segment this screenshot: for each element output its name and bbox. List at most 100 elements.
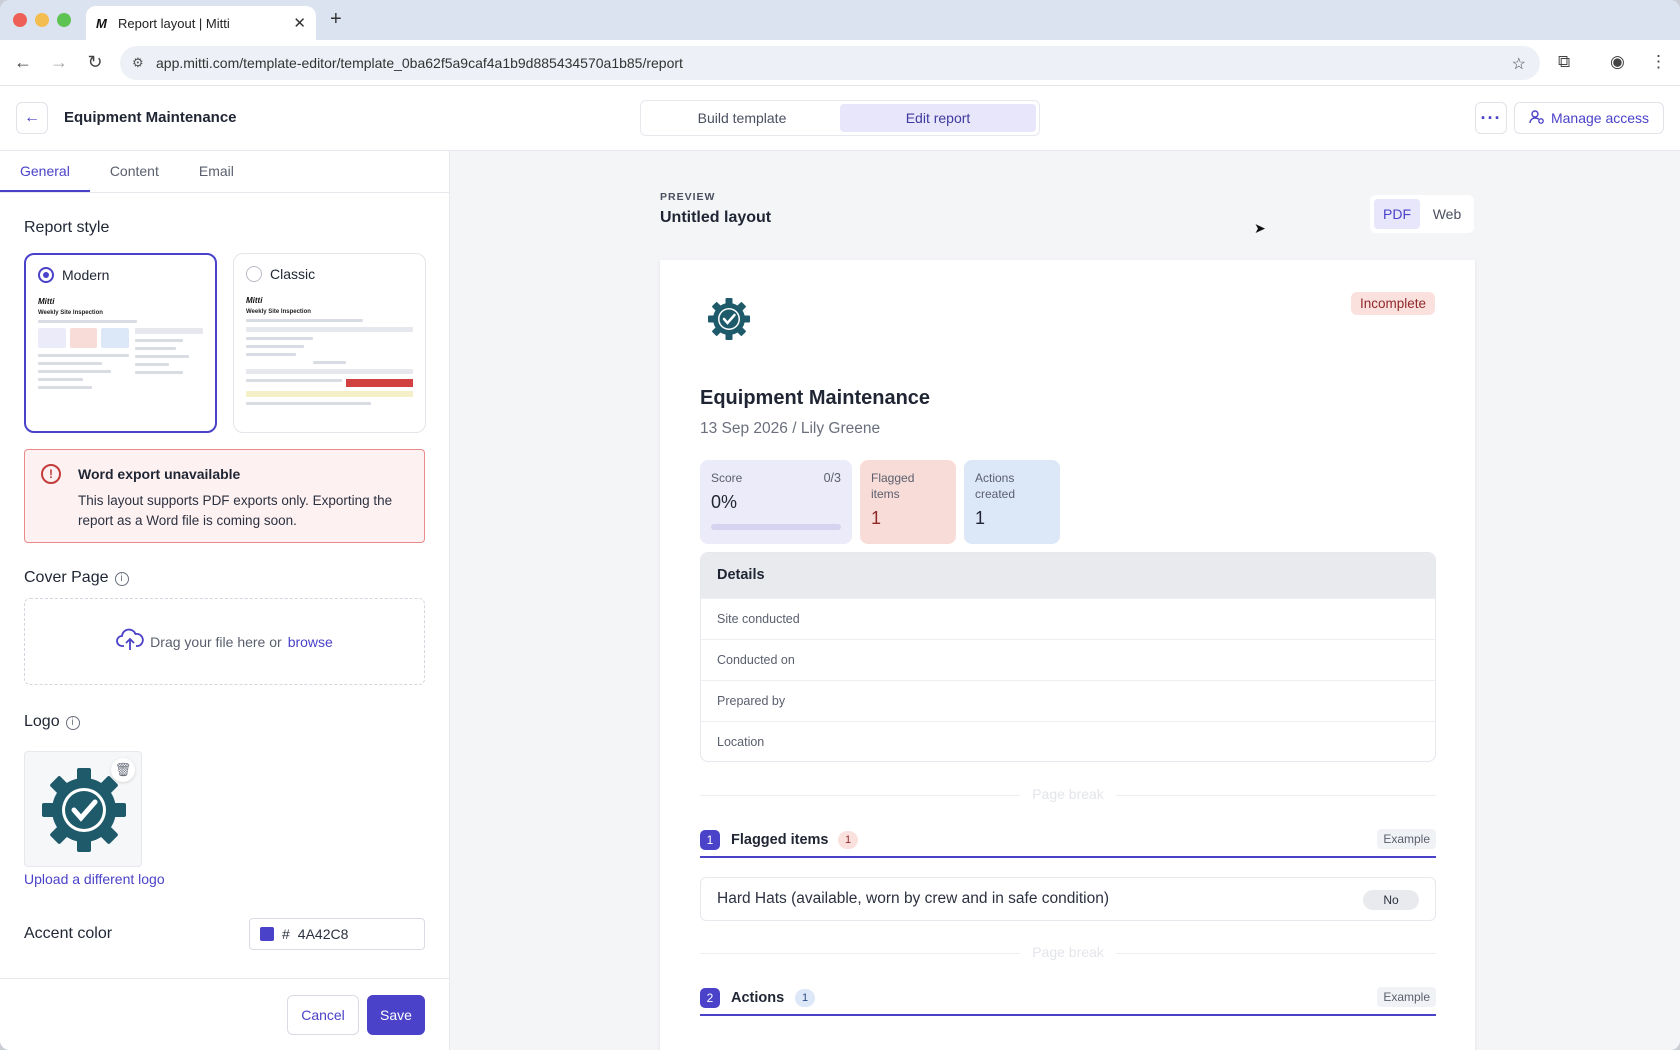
- forward-arrow-icon[interactable]: →: [48, 52, 70, 73]
- manage-access-button[interactable]: Manage access: [1514, 102, 1664, 134]
- section-title: Actions: [731, 990, 785, 1006]
- browser-toolbar: ← → ↻ ⚙ app.mitti.com/template-editor/te…: [0, 40, 1680, 86]
- page-title: Equipment Maintenance: [64, 109, 237, 126]
- accent-color-label: Accent color: [24, 925, 113, 942]
- item-answer-badge: No: [1363, 890, 1419, 910]
- new-tab-icon[interactable]: +: [330, 8, 342, 31]
- gear-check-logo-icon: [25, 768, 143, 872]
- user-settings-icon: [1529, 109, 1545, 128]
- back-arrow-icon[interactable]: ←: [12, 52, 34, 73]
- status-badge: Incomplete: [1350, 292, 1435, 315]
- tab-content[interactable]: Content: [90, 151, 179, 192]
- logo-heading: Logo i: [24, 713, 80, 731]
- ellipsis-icon: ···: [1480, 107, 1502, 128]
- section-count-badge: 1: [838, 831, 858, 849]
- style-option-classic[interactable]: Classic Mitti Weekly Site Inspection: [233, 253, 426, 433]
- cover-page-dropzone[interactable]: Drag your file here or browse: [24, 598, 425, 685]
- accent-swatch[interactable]: [260, 927, 274, 941]
- classic-radio[interactable]: [246, 266, 262, 282]
- info-icon[interactable]: i: [114, 572, 129, 586]
- actions-label: Actions created: [975, 471, 1016, 501]
- modern-thumbnail: Mitti Weekly Site Inspection: [38, 297, 203, 421]
- bookmark-star-icon[interactable]: ☆: [1512, 54, 1526, 74]
- flagged-item-row: Hard Hats (available, worn by crew and i…: [700, 877, 1436, 921]
- browse-link[interactable]: browse: [288, 634, 333, 650]
- mini-brand: Mitti: [246, 296, 263, 305]
- classic-thumbnail: Mitti Weekly Site Inspection: [246, 296, 413, 422]
- settings-tabs: General Content Email: [0, 151, 449, 193]
- settings-panel: General Content Email Report style Moder…: [0, 151, 450, 1050]
- details-heading: Details: [701, 553, 1435, 598]
- report-style-heading: Report style: [24, 219, 110, 236]
- accent-color-input[interactable]: # 4A42C8: [249, 918, 425, 950]
- style-name-classic: Classic: [270, 266, 316, 282]
- section-actions: 2 Actions 1 Example: [700, 986, 1436, 1016]
- word-export-alert: ! Word export unavailable This layout su…: [24, 449, 425, 543]
- preview-pane: PREVIEW Untitled layout ➤ PDF Web Incomp…: [450, 151, 1680, 1050]
- score-value: 0%: [711, 492, 738, 512]
- minimize-window-button[interactable]: [35, 13, 49, 27]
- cover-page-label: Cover Page: [24, 569, 109, 586]
- alert-icon: !: [41, 464, 61, 484]
- mouse-cursor-icon: ➤: [1254, 220, 1266, 236]
- tab-pdf[interactable]: PDF: [1374, 199, 1420, 229]
- save-button[interactable]: Save: [367, 995, 425, 1035]
- settings-footer: Cancel Save: [0, 978, 449, 1050]
- report-logo-gear-icon: [706, 296, 752, 347]
- section-title: Flagged items: [731, 832, 829, 848]
- score-card: Score 0/3 0%: [700, 460, 852, 544]
- browser-menu-icon[interactable]: ⋮: [1650, 52, 1667, 72]
- close-window-button[interactable]: [13, 13, 27, 27]
- upload-different-logo-link[interactable]: Upload a different logo: [24, 871, 165, 887]
- format-toggle: PDF Web: [1370, 195, 1474, 233]
- extensions-icon[interactable]: ⧉: [1558, 52, 1570, 72]
- tab-title: Report layout | Mitti: [118, 15, 230, 31]
- app-header: ← Equipment Maintenance Build template E…: [0, 86, 1680, 151]
- maximize-window-button[interactable]: [57, 13, 71, 27]
- section-count-badge: 1: [795, 989, 815, 1007]
- info-icon[interactable]: i: [65, 716, 80, 730]
- hash-symbol: #: [282, 926, 290, 942]
- flagged-items-card: Flagged items 1: [860, 460, 956, 544]
- browser-tabbar: M Report layout | Mitti ✕ +: [0, 0, 1680, 40]
- flagged-label: Flagged items: [871, 471, 915, 501]
- mitti-favicon-icon: M: [96, 15, 107, 31]
- modern-radio[interactable]: [38, 267, 54, 283]
- browser-tab[interactable]: M Report layout | Mitti ✕: [86, 6, 316, 40]
- mini-title: Weekly Site Inspection: [38, 310, 103, 316]
- close-tab-icon[interactable]: ✕: [293, 14, 306, 32]
- section-number: 2: [700, 988, 720, 1008]
- section-flagged-items: 1 Flagged items 1 Example: [700, 828, 1436, 858]
- score-label: Score: [711, 471, 743, 485]
- item-question: Hard Hats (available, worn by crew and i…: [717, 890, 1109, 907]
- mode-toggle: Build template Edit report: [640, 100, 1040, 136]
- delete-logo-icon[interactable]: 🗑: [111, 758, 135, 782]
- mini-brand: Mitti: [38, 297, 55, 306]
- profile-icon[interactable]: ◉: [1610, 52, 1625, 72]
- style-option-modern[interactable]: Modern Mitti Weekly Site Inspection: [24, 253, 217, 433]
- back-arrow-icon: ←: [24, 109, 40, 126]
- example-tag: Example: [1377, 829, 1436, 849]
- tab-web[interactable]: Web: [1424, 199, 1470, 229]
- upload-cloud-icon: [116, 628, 144, 655]
- tab-build-template[interactable]: Build template: [644, 104, 840, 132]
- more-options-button[interactable]: ···: [1475, 102, 1507, 134]
- report-subtitle: 13 Sep 2026 / Lily Greene: [700, 420, 881, 437]
- tab-email[interactable]: Email: [179, 151, 254, 192]
- accent-hex-value: 4A42C8: [297, 926, 349, 942]
- detail-row: Location: [701, 721, 1435, 761]
- detail-row: Site conducted: [701, 598, 1435, 639]
- detail-row: Conducted on: [701, 639, 1435, 680]
- cancel-button[interactable]: Cancel: [287, 995, 359, 1035]
- tab-edit-report[interactable]: Edit report: [840, 104, 1036, 132]
- address-bar[interactable]: ⚙ app.mitti.com/template-editor/template…: [120, 46, 1540, 80]
- page-break: Page break: [700, 944, 1436, 960]
- layout-name[interactable]: Untitled layout: [660, 209, 771, 227]
- section-number: 1: [700, 830, 720, 850]
- dropzone-text: Drag your file here or: [150, 633, 282, 650]
- back-button[interactable]: ←: [16, 102, 48, 134]
- reload-icon[interactable]: ↻: [84, 52, 106, 73]
- manage-access-label: Manage access: [1550, 110, 1650, 126]
- site-info-icon[interactable]: ⚙: [132, 55, 156, 71]
- tab-general[interactable]: General: [0, 151, 90, 192]
